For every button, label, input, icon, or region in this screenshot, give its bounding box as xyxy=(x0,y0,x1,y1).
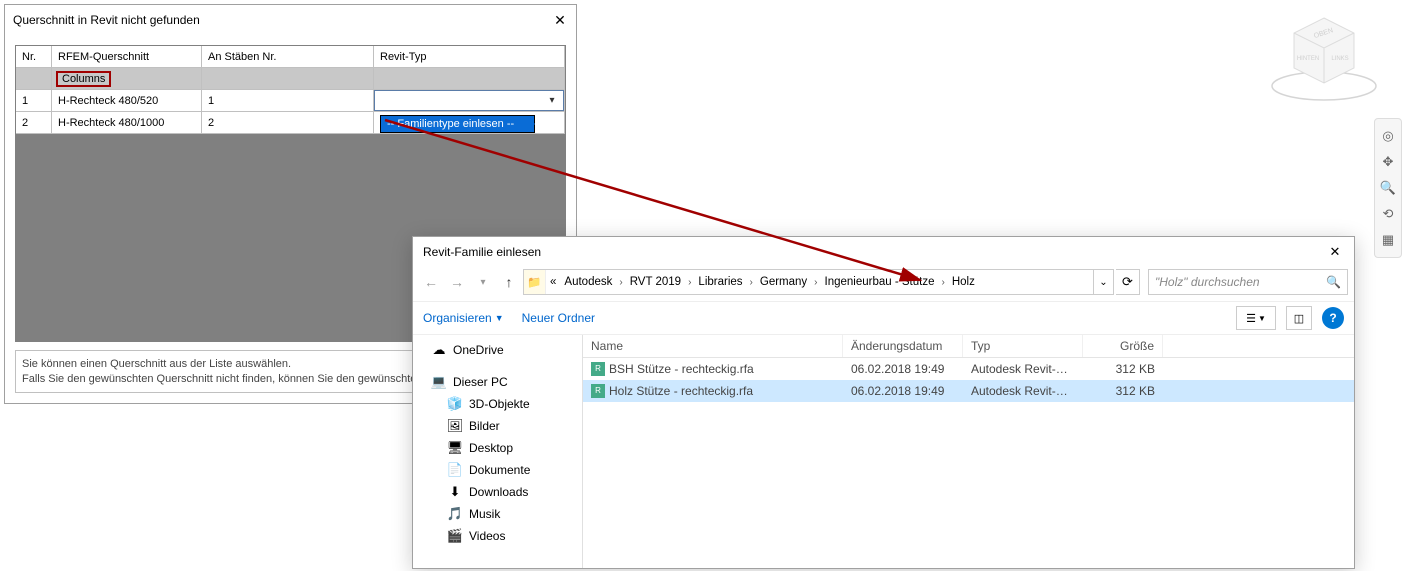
folder-tree[interactable]: ☁OneDrive 💻Dieser PC🧊3D-Objekte🖼Bilder🖥De… xyxy=(413,335,583,568)
breadcrumb-seg[interactable]: « xyxy=(546,270,560,294)
viewcube-widget[interactable]: OBEN HINTEN LINKS xyxy=(1264,8,1384,108)
tree-item[interactable]: 🖼Bilder xyxy=(413,415,582,437)
search-icon: 🔍 xyxy=(1326,275,1341,289)
file-list[interactable]: Name Änderungsdatum Typ Größe RBSH Stütz… xyxy=(583,335,1354,568)
nav-wheel-panel: ◎ ✥ 🔍 ⟲ ▦ xyxy=(1374,118,1402,258)
refresh-button[interactable]: ⟳ xyxy=(1116,269,1140,295)
dialog1-title: Querschnitt in Revit nicht gefunden xyxy=(13,13,200,27)
desk-icon: 🖥 xyxy=(447,440,463,456)
viewcube-right-label: LINKS xyxy=(1331,56,1348,62)
col-name-header[interactable]: Name xyxy=(583,335,843,357)
view-mode-button[interactable]: ☰▼ xyxy=(1236,306,1276,330)
columns-group-label: Columns xyxy=(56,71,111,87)
col-nr-header[interactable]: Nr. xyxy=(16,46,52,68)
dialog1-titlebar[interactable]: Querschnitt in Revit nicht gefunden ✕ xyxy=(5,5,576,35)
nav-back-button[interactable]: ← xyxy=(419,270,443,294)
group-row[interactable]: Columns xyxy=(16,68,565,90)
close-button[interactable]: ✕ xyxy=(546,9,574,31)
tree-item[interactable]: 📄Dokumente xyxy=(413,459,582,481)
col-type-header[interactable]: Typ xyxy=(963,335,1083,357)
tree-item[interactable]: 🖥Desktop xyxy=(413,437,582,459)
tree-item[interactable]: 💻Dieser PC xyxy=(413,371,582,393)
search-input[interactable]: "Holz" durchsuchen 🔍 xyxy=(1148,269,1348,295)
doc-icon: 📄 xyxy=(447,462,463,478)
cloud-icon: ☁ xyxy=(431,342,447,358)
rfa-file-icon: R xyxy=(591,384,605,398)
breadcrumb-seg[interactable]: Ingenieurbau - Stütze xyxy=(821,270,939,294)
folder-icon: 📁 xyxy=(524,270,546,294)
nav-up-button[interactable]: ↑ xyxy=(497,270,521,294)
rfa-file-icon: R xyxy=(591,362,605,376)
img-icon: 🖼 xyxy=(447,418,463,434)
pc-icon: 💻 xyxy=(431,374,447,390)
breadcrumb-seg[interactable]: RVT 2019 xyxy=(626,270,685,294)
organize-menu[interactable]: Organisieren ▼ xyxy=(423,311,504,325)
dl-icon: ⬇ xyxy=(447,484,463,500)
zoom-icon[interactable]: 🔍 xyxy=(1375,175,1401,201)
grid-row-1[interactable]: 1 H-Rechteck 480/520 1 ▾ xyxy=(16,90,565,112)
nav-forward-button: → xyxy=(445,270,469,294)
file-row[interactable]: RHolz Stütze - rechteckig.rfa 06.02.2018… xyxy=(583,380,1354,402)
dropdown-item-load-family[interactable]: -- Familientype einlesen -- xyxy=(381,116,534,132)
file-row[interactable]: RBSH Stütze - rechteckig.rfa 06.02.2018 … xyxy=(583,358,1354,380)
breadcrumb-dropdown-icon[interactable]: ⌄ xyxy=(1093,270,1113,294)
revit-type-dropdown[interactable]: ▾ xyxy=(374,90,564,111)
dropdown-list[interactable]: -- Familientype einlesen -- xyxy=(380,115,535,133)
breadcrumb-seg[interactable]: Germany xyxy=(756,270,811,294)
pan-icon[interactable]: ✥ xyxy=(1375,149,1401,175)
dialog2-title: Revit-Familie einlesen xyxy=(423,245,541,259)
col-stab-header[interactable]: An Stäben Nr. xyxy=(202,46,374,68)
dialog2-titlebar[interactable]: Revit-Familie einlesen ✕ xyxy=(413,237,1354,267)
tree-item[interactable]: 🎬Videos xyxy=(413,525,582,547)
music-icon: 🎵 xyxy=(447,506,463,522)
orbit-icon[interactable]: ⟲ xyxy=(1375,201,1401,227)
viewcube-left-label: HINTEN xyxy=(1297,56,1319,62)
breadcrumb-seg[interactable]: Libraries xyxy=(694,270,746,294)
tree-item[interactable]: 🧊3D-Objekte xyxy=(413,393,582,415)
col-date-header[interactable]: Änderungsdatum xyxy=(843,335,963,357)
tree-item[interactable]: ☁OneDrive xyxy=(413,339,582,361)
preview-pane-button[interactable]: ◫ xyxy=(1286,306,1312,330)
3d-icon: 🧊 xyxy=(447,396,463,412)
col-rfem-header[interactable]: RFEM-Querschnitt xyxy=(52,46,202,68)
tree-item[interactable]: 🎵Musik xyxy=(413,503,582,525)
file-open-dialog: Revit-Familie einlesen ✕ ← → ▾ ↑ 📁 « Aut… xyxy=(412,236,1355,569)
vid-icon: 🎬 xyxy=(447,528,463,544)
breadcrumb-seg[interactable]: Holz xyxy=(948,270,979,294)
breadcrumb-seg[interactable]: Autodesk xyxy=(560,270,616,294)
look-icon[interactable]: ▦ xyxy=(1375,227,1401,253)
col-revit-header[interactable]: Revit-Typ xyxy=(374,46,565,68)
chevron-down-icon: ▾ xyxy=(543,91,561,110)
nav-recent-button[interactable]: ▾ xyxy=(471,270,495,294)
col-size-header[interactable]: Größe xyxy=(1083,335,1163,357)
new-folder-button[interactable]: Neuer Ordner xyxy=(522,311,595,325)
close-button[interactable]: ✕ xyxy=(1318,240,1352,264)
tree-item[interactable]: ⬇Downloads xyxy=(413,481,582,503)
steering-wheel-icon[interactable]: ◎ xyxy=(1375,123,1401,149)
help-button[interactable]: ? xyxy=(1322,307,1344,329)
breadcrumb-bar[interactable]: 📁 « Autodesk› RVT 2019› Libraries› Germa… xyxy=(523,269,1114,295)
